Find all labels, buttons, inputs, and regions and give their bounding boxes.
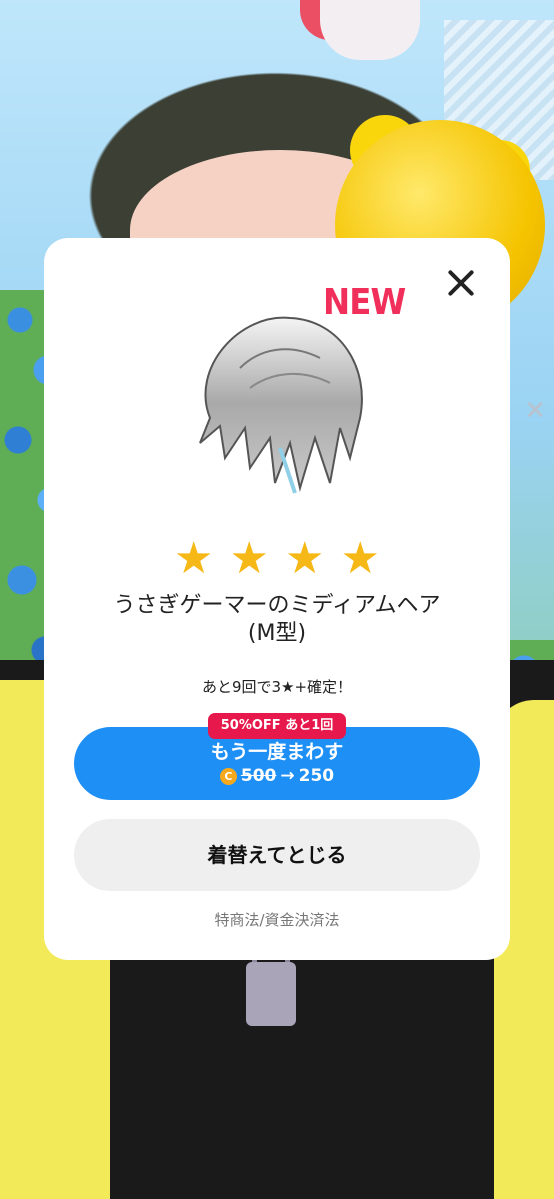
star-icon: ★ — [229, 533, 269, 584]
legal-link[interactable]: 特商法/資金決済法 — [60, 909, 494, 930]
lock-necklace — [246, 962, 296, 1026]
close-button[interactable] — [442, 265, 480, 303]
rabbit-accessory — [320, 0, 420, 60]
coin-icon: C — [219, 767, 237, 785]
price-arrow: → — [280, 766, 295, 786]
rarity-stars: ★ ★ ★ ★ — [174, 535, 380, 583]
guarantee-text: あと9回で3★+確定！ — [201, 678, 353, 696]
discounted-price: 250 — [298, 766, 335, 786]
background-close-icon: ✕ — [524, 396, 546, 426]
star-icon: ★ — [174, 533, 214, 584]
hair-item-image — [199, 316, 363, 494]
item-name: うさぎゲーマーのミディアムヘア (M型) — [60, 592, 494, 648]
equip-and-close-button[interactable]: 着替えてとじる — [74, 819, 480, 891]
spin-again-label: もう一度まわす — [210, 741, 344, 763]
item-name-line2: (M型) — [247, 621, 307, 646]
price-row: C 500 → 250 — [74, 766, 480, 786]
star-icon: ★ — [340, 533, 380, 584]
item-name-line1: うさぎゲーマーのミディアムヘア — [113, 593, 441, 618]
discount-badge: 50%OFF あと1回 — [208, 713, 346, 739]
original-price: 500 — [240, 766, 277, 786]
star-icon: ★ — [285, 533, 325, 584]
